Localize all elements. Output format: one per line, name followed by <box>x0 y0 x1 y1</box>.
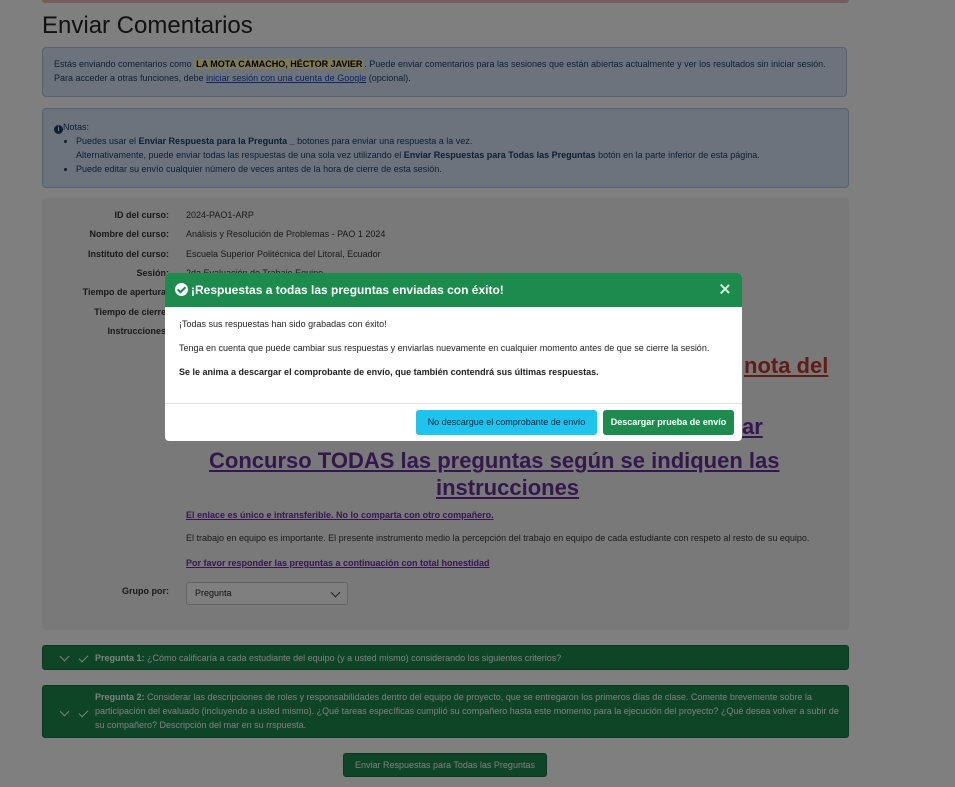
modal-line-2: Tenga en cuenta que puede cambiar sus re… <box>179 343 710 353</box>
modal-body: ¡Todas sus respuestas han sido grabadas … <box>179 318 729 390</box>
modal-header: ¡Respuestas a todas las preguntas enviad… <box>165 273 742 307</box>
success-modal: ¡Respuestas a todas las preguntas enviad… <box>165 273 742 441</box>
modal-title: ¡Respuestas a todas las preguntas enviad… <box>191 283 504 297</box>
close-icon[interactable] <box>718 282 732 296</box>
modal-line-1: ¡Todas sus respuestas han sido grabadas … <box>179 319 387 329</box>
modal-divider <box>165 403 742 404</box>
download-receipt-button[interactable]: Descargar prueba de envío <box>603 410 734 435</box>
skip-receipt-button[interactable]: No descargue el comprobante de envío <box>416 410 597 435</box>
modal-line-3: Se le anima a descargar el comprobante d… <box>179 367 599 377</box>
check-circle-icon <box>175 283 188 296</box>
